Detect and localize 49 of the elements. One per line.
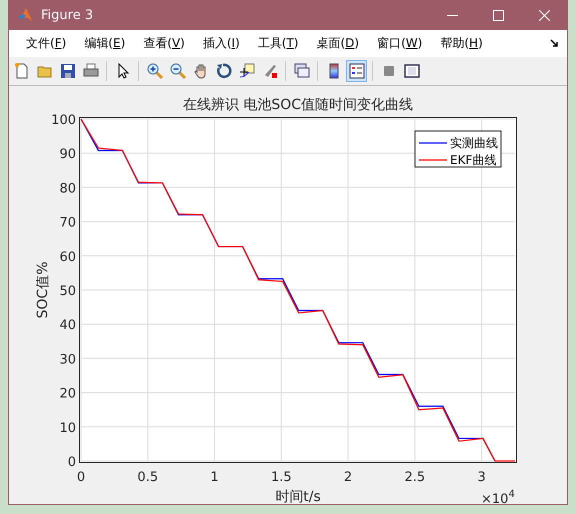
app-logo-icon — [17, 7, 33, 23]
x-tick-label: 2.5 — [404, 470, 426, 485]
data-tip-icon — [238, 62, 254, 79]
y-tick-label: 50 — [59, 284, 76, 299]
maximize-icon — [492, 10, 504, 20]
zoom-out-icon — [170, 62, 186, 79]
save-icon — [60, 62, 76, 79]
x-tick-label: 1.5 — [270, 470, 292, 485]
chart-title: 在线辨识 电池SOC值随时间变化曲线 — [182, 96, 414, 113]
y-tick-label: 40 — [59, 318, 76, 334]
menu-item[interactable]: 编辑(E) — [75, 34, 134, 52]
x-tick-label: 0.5 — [137, 470, 158, 485]
menu-item[interactable]: 桌面(D) — [307, 34, 368, 52]
y-tick-label: 100 — [51, 112, 76, 128]
x-axis-label: 时间t/s — [275, 488, 321, 504]
y-tick-label: 80 — [59, 181, 76, 196]
legend-label: EKF曲线 — [450, 152, 496, 167]
x-tick-label: 0 — [76, 470, 86, 485]
y-tick-label: 90 — [59, 147, 76, 162]
y-tick-label: 70 — [59, 215, 76, 230]
y-axis-label: SOC值% — [35, 261, 51, 318]
menu-item[interactable]: 文件(F) — [17, 34, 76, 52]
y-tick-label: 60 — [59, 250, 76, 265]
menu-item[interactable]: 帮助(H) — [431, 34, 492, 52]
frame-icon — [404, 62, 420, 79]
axis-exponent: ×10$^{4}$ — [481, 488, 515, 504]
menu-item[interactable]: 插入(I) — [194, 34, 249, 52]
new-file-icon — [14, 62, 30, 79]
y-tick-label: 0 — [68, 454, 76, 470]
x-tick-label: 3 — [477, 470, 486, 485]
dock-arrow-icon[interactable] — [550, 39, 559, 48]
x-tick-label: 2 — [344, 470, 352, 485]
toolbar-button[interactable] — [346, 60, 367, 82]
y-tick-label: 20 — [59, 386, 76, 402]
legend-icon — [348, 62, 364, 79]
menu-item[interactable]: 窗口(W) — [368, 34, 432, 52]
menu-item[interactable]: 工具(T) — [248, 34, 308, 52]
y-tick-label: 10 — [59, 420, 76, 436]
close-icon — [538, 10, 550, 20]
hand-icon — [192, 62, 208, 79]
printer-icon — [82, 62, 98, 79]
rotate-icon — [216, 62, 232, 79]
menu-item[interactable]: 查看(V) — [134, 34, 194, 52]
linked-plot-icon — [294, 62, 310, 79]
x-tick-label: 1 — [210, 470, 219, 485]
legend-label: 实测曲线 — [450, 136, 498, 150]
zoom-in-icon — [146, 62, 162, 79]
window-title: Figure 3 — [41, 8, 94, 22]
y-tick-label: 30 — [59, 352, 76, 368]
